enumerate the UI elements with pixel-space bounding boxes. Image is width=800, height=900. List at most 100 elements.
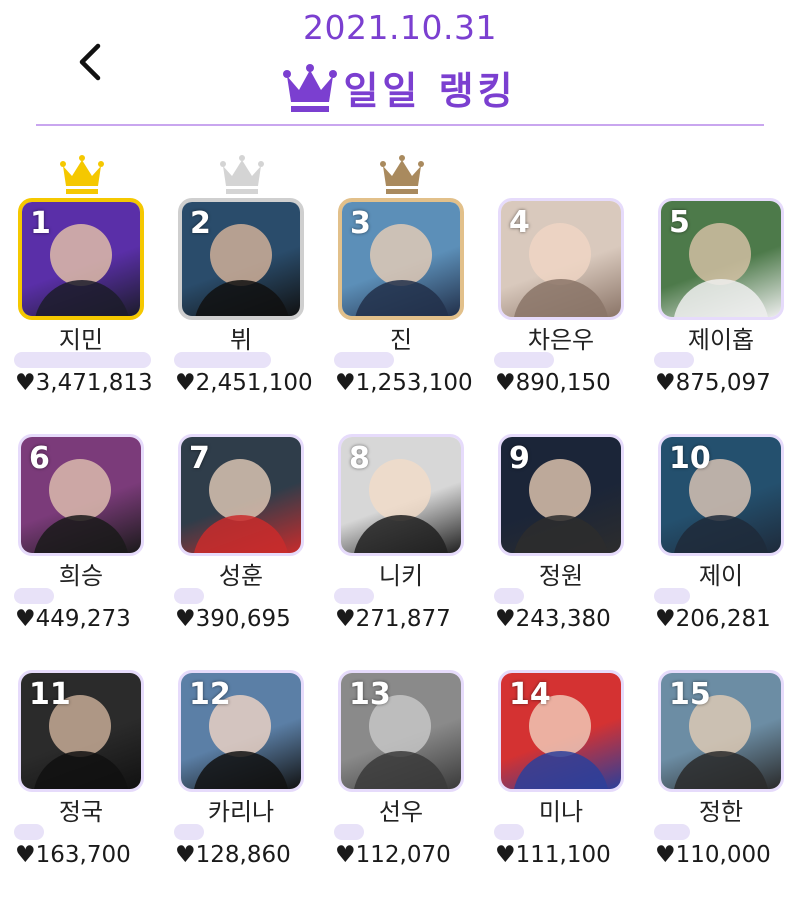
photo-face	[50, 224, 112, 286]
member-name: 선우	[378, 798, 424, 826]
vote-bar	[334, 588, 374, 604]
photo-face	[209, 459, 271, 521]
rank-number: 2	[190, 206, 211, 241]
bronze-crown-icon	[380, 155, 424, 194]
rank-number: 1	[30, 206, 51, 241]
ranking-card[interactable]: 10 제이 ♥206,281	[654, 434, 788, 664]
profile-photo[interactable]: 8	[338, 434, 464, 556]
vote-count: ♥206,281	[655, 606, 771, 632]
vote-count: ♥111,100	[495, 842, 611, 868]
photo-face	[689, 223, 751, 285]
ranking-card[interactable]: 3 진 ♥1,253,100	[334, 155, 473, 428]
profile-photo[interactable]: 4	[498, 198, 624, 320]
member-name: 정국	[58, 798, 104, 826]
rank-number: 6	[29, 441, 50, 476]
profile-photo[interactable]: 10	[658, 434, 784, 556]
member-name: 지민	[58, 326, 104, 354]
page-title: 일일 랭킹	[343, 69, 517, 113]
member-name: 니키	[378, 562, 424, 590]
profile-photo[interactable]: 15	[658, 670, 784, 792]
member-name: 정원	[538, 562, 584, 590]
vote-bar	[14, 352, 151, 368]
vote-count: ♥271,877	[335, 606, 451, 632]
vote-count: ♥390,695	[175, 606, 291, 632]
photo-face	[370, 224, 432, 286]
profile-photo[interactable]: 3	[338, 198, 464, 320]
vote-bar	[334, 824, 364, 840]
vote-bar	[174, 588, 204, 604]
rank-number: 10	[669, 441, 711, 476]
ranking-card[interactable]: 1 지민 ♥3,471,813	[14, 155, 153, 428]
vote-count: ♥875,097	[655, 370, 771, 396]
rank-number: 15	[669, 677, 711, 712]
profile-photo[interactable]: 13	[338, 670, 464, 792]
rank-number: 13	[349, 677, 391, 712]
rank-number: 7	[189, 441, 210, 476]
rank-number: 14	[509, 677, 551, 712]
profile-photo[interactable]: 11	[18, 670, 144, 792]
member-name: 진	[389, 326, 413, 354]
ranking-card[interactable]: 9 정원 ♥243,380	[494, 434, 628, 664]
member-name: 제이	[698, 562, 744, 590]
ranking-card[interactable]: 7 성훈 ♥390,695	[174, 434, 308, 664]
header: 2021.10.31 일일 랭킹	[0, 0, 800, 130]
vote-count: ♥112,070	[335, 842, 451, 868]
ranking-card[interactable]: 8 니키 ♥271,877	[334, 434, 468, 664]
photo-face	[369, 459, 431, 521]
header-divider	[36, 124, 764, 126]
profile-photo[interactable]: 7	[178, 434, 304, 556]
rank-number: 4	[509, 205, 530, 240]
vote-count: ♥3,471,813	[15, 370, 153, 396]
member-name: 희승	[58, 562, 104, 590]
profile-photo[interactable]: 6	[18, 434, 144, 556]
vote-bar	[174, 352, 271, 368]
photo-face	[210, 224, 272, 286]
profile-photo[interactable]: 2	[178, 198, 304, 320]
ranking-card[interactable]: 15 정한 ♥110,000	[654, 670, 788, 900]
member-name: 성훈	[218, 562, 264, 590]
vote-bar	[494, 352, 554, 368]
vote-bar	[654, 824, 690, 840]
member-name: 차은우	[527, 326, 595, 354]
ranking-card[interactable]: 11 정국 ♥163,700	[14, 670, 148, 900]
profile-photo[interactable]: 9	[498, 434, 624, 556]
vote-count: ♥890,150	[495, 370, 611, 396]
vote-count: ♥243,380	[495, 606, 611, 632]
vote-bar	[334, 352, 394, 368]
rank-number: 5	[669, 205, 690, 240]
member-name: 정한	[698, 798, 744, 826]
rank-number: 11	[29, 677, 71, 712]
profile-photo[interactable]: 1	[18, 198, 144, 320]
vote-bar	[494, 588, 524, 604]
member-name: 뷔	[229, 326, 253, 354]
vote-count: ♥1,253,100	[335, 370, 473, 396]
member-name: 미나	[538, 798, 584, 826]
vote-bar	[174, 824, 204, 840]
ranking-card[interactable]: 14 미나 ♥111,100	[494, 670, 628, 900]
member-name: 제이홉	[687, 326, 755, 354]
ranking-card[interactable]: 2 뷔 ♥2,451,100	[174, 155, 313, 428]
profile-photo[interactable]: 5	[658, 198, 784, 320]
crown-icon	[283, 63, 338, 112]
photo-face	[529, 223, 591, 285]
vote-count: ♥110,000	[655, 842, 771, 868]
ranking-card[interactable]: 5 제이홉 ♥875,097	[654, 198, 788, 428]
vote-bar	[494, 824, 524, 840]
ranking-card[interactable]: 12 카리나 ♥128,860	[174, 670, 308, 900]
rank-number: 3	[350, 206, 371, 241]
member-name: 카리나	[207, 798, 275, 826]
profile-photo[interactable]: 14	[498, 670, 624, 792]
rank-number: 8	[349, 441, 370, 476]
vote-bar	[654, 588, 690, 604]
profile-photo[interactable]: 12	[178, 670, 304, 792]
ranking-card[interactable]: 4 차은우 ♥890,150	[494, 198, 628, 428]
ranking-card[interactable]: 6 희승 ♥449,273	[14, 434, 148, 664]
vote-bar	[654, 352, 694, 368]
silver-crown-icon	[220, 155, 264, 194]
vote-bar	[14, 588, 54, 604]
rank-number: 12	[189, 677, 231, 712]
vote-bar	[14, 824, 44, 840]
rank-number: 9	[509, 441, 530, 476]
ranking-card[interactable]: 13 선우 ♥112,070	[334, 670, 468, 900]
photo-face	[529, 459, 591, 521]
